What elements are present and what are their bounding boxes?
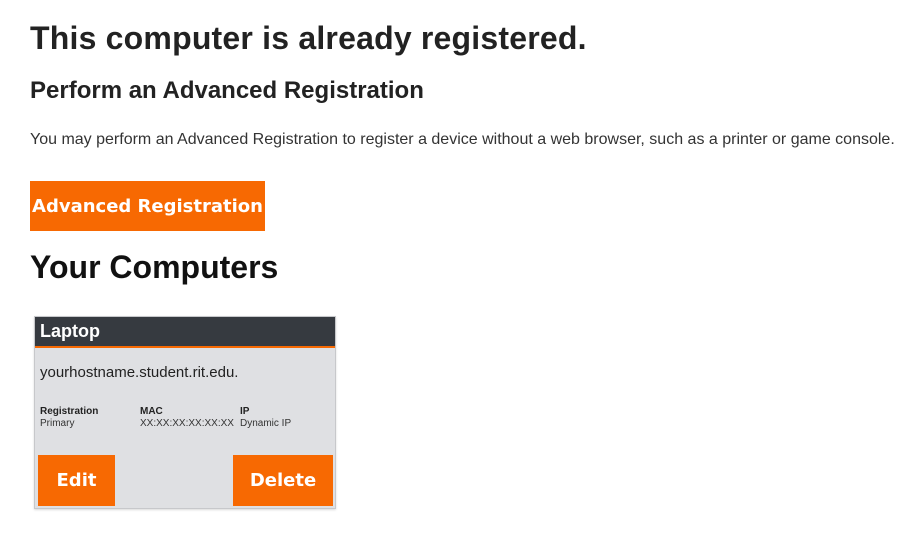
advanced-registration-button[interactable]: Advanced Registration — [30, 181, 265, 231]
registration-value: Primary — [40, 418, 75, 429]
page-title: This computer is already registered. — [30, 20, 587, 56]
ip-info: IP Dynamic IP — [240, 406, 291, 430]
mac-label: MAC — [140, 406, 163, 417]
computer-hostname: yourhostname.student.rit.edu. — [40, 364, 239, 381]
registration-label: Registration — [40, 406, 99, 417]
mac-value: XX:XX:XX:XX:XX:XX — [140, 418, 234, 429]
your-computers-heading: Your Computers — [30, 249, 279, 285]
advanced-registration-heading: Perform an Advanced Registration — [30, 77, 424, 104]
delete-button[interactable]: Delete — [233, 455, 333, 506]
advanced-registration-description: You may perform an Advanced Registration… — [30, 131, 895, 148]
edit-button[interactable]: Edit — [38, 455, 115, 506]
registration-info: Registration Primary — [40, 406, 98, 430]
computer-name: Laptop — [35, 317, 335, 348]
ip-label: IP — [240, 406, 250, 417]
mac-info: MAC XX:XX:XX:XX:XX:XX — [140, 406, 234, 430]
ip-value: Dynamic IP — [240, 418, 292, 429]
computer-card: Laptop yourhostname.student.rit.edu. Reg… — [34, 316, 336, 509]
